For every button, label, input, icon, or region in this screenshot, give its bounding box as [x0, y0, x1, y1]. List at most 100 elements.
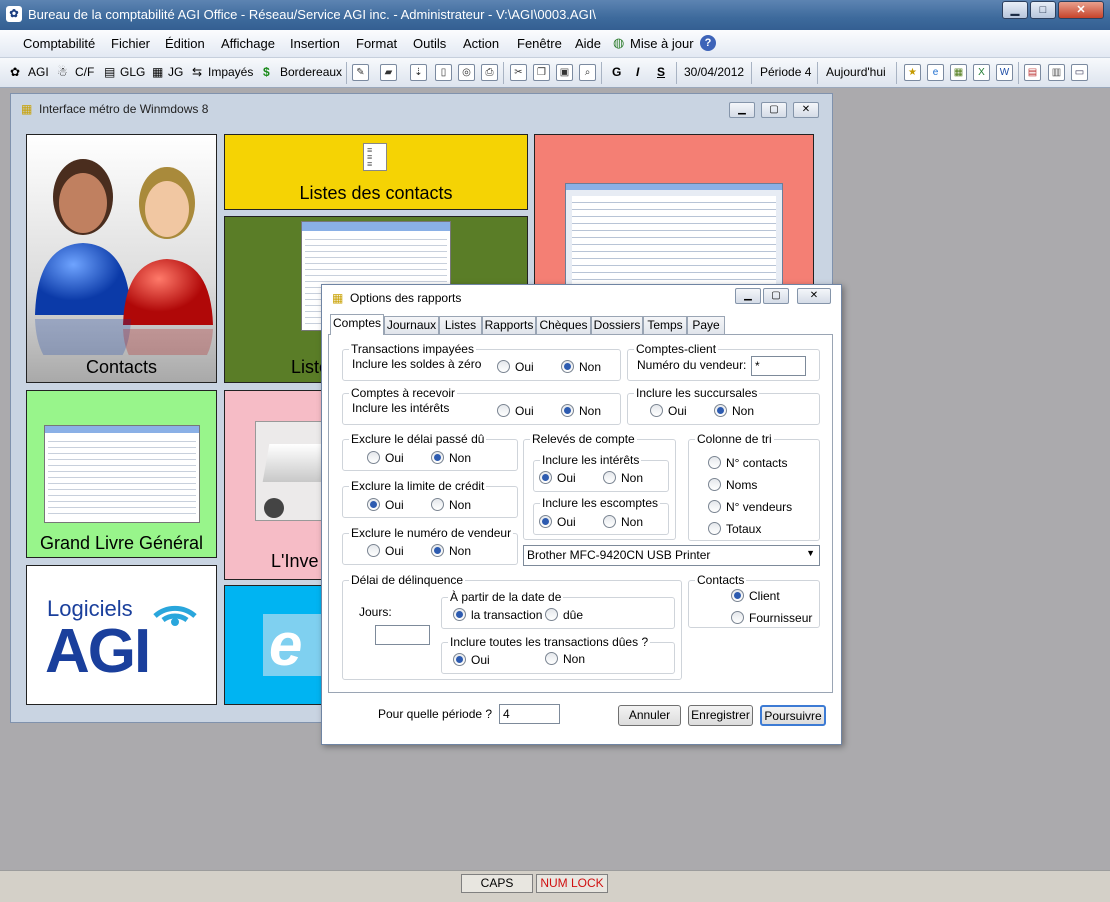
- radio-tri-totaux[interactable]: Totaux: [708, 522, 761, 536]
- new-document-icon[interactable]: ✎: [352, 64, 369, 81]
- radio-escomptes-non[interactable]: Non: [603, 515, 643, 529]
- radio-succursales-non[interactable]: Non: [714, 404, 754, 418]
- menu-aide[interactable]: Aide: [575, 36, 601, 51]
- star-icon[interactable]: ★: [904, 64, 921, 81]
- radio-fournisseur[interactable]: Fournisseur: [731, 611, 812, 625]
- menu-outils[interactable]: Outils: [413, 36, 446, 51]
- radio-interets-oui[interactable]: Oui: [497, 404, 534, 418]
- page-icon[interactable]: ▯: [435, 64, 452, 81]
- cut-icon[interactable]: ✂: [510, 64, 527, 81]
- tab-paye[interactable]: Paye: [687, 316, 725, 335]
- poursuivre-button[interactable]: Poursuivre: [760, 705, 826, 726]
- preview-icon[interactable]: ◎: [458, 64, 475, 81]
- menu-comptabilite[interactable]: Comptabilité: [23, 36, 95, 51]
- menu-affichage[interactable]: Affichage: [221, 36, 275, 51]
- bordereaux-button[interactable]: Bordereaux: [280, 65, 342, 79]
- annuler-button[interactable]: Annuler: [618, 705, 681, 726]
- ie-icon[interactable]: e: [927, 64, 944, 81]
- word-icon[interactable]: W: [996, 64, 1013, 81]
- chart-icon[interactable]: ▥: [1048, 64, 1065, 81]
- radio-tri-contacts[interactable]: N° contacts: [708, 456, 788, 470]
- tile-internet[interactable]: e: [224, 585, 334, 705]
- paste-icon[interactable]: ▣: [556, 64, 573, 81]
- bold-button[interactable]: G: [612, 65, 621, 79]
- radio-escomptes-oui[interactable]: Oui: [539, 515, 576, 529]
- window-layout-icon[interactable]: ▭: [1071, 64, 1088, 81]
- open-folder-icon[interactable]: ▰: [380, 64, 397, 81]
- tile-logiciels-agi[interactable]: Logiciels AGI: [26, 565, 217, 705]
- metro-minimize-button[interactable]: ▁: [729, 102, 755, 118]
- maximize-button[interactable]: □: [1030, 1, 1056, 19]
- find-icon[interactable]: ⌕: [579, 64, 596, 81]
- periode-button[interactable]: Période 4: [760, 65, 811, 79]
- minimize-button[interactable]: ▁: [1002, 1, 1028, 19]
- radio-soldes-non[interactable]: Non: [561, 360, 601, 374]
- tile-listes-contacts[interactable]: ≡ ≡ ≡ Listes des contacts: [224, 134, 528, 210]
- radio-date-transaction[interactable]: la transaction: [453, 608, 542, 622]
- tile-grand-livre[interactable]: Grand Livre Général: [26, 390, 217, 558]
- radio-tri-vendeurs[interactable]: N° vendeurs: [708, 500, 792, 514]
- dialog-minimize-button[interactable]: ▁: [735, 288, 761, 304]
- menu-action[interactable]: Action: [463, 36, 499, 51]
- enregistrer-button[interactable]: Enregistrer: [688, 705, 753, 726]
- group-releves-escomptes: Inclure les escomptes Oui Non: [533, 496, 669, 535]
- glg-button[interactable]: GLG: [120, 65, 145, 79]
- radio-limite-non[interactable]: Non: [431, 498, 471, 512]
- impayes-button[interactable]: Impayés: [208, 65, 253, 79]
- tab-cheques[interactable]: Chèques: [536, 316, 591, 335]
- close-button[interactable]: ✕: [1058, 1, 1104, 19]
- metro-maximize-button[interactable]: ▢: [761, 102, 787, 118]
- download-icon[interactable]: ⇣: [410, 64, 427, 81]
- radio-succursales-oui[interactable]: Oui: [650, 404, 687, 418]
- calc-icon[interactable]: ▦: [950, 64, 967, 81]
- print-icon[interactable]: ⎙: [481, 64, 498, 81]
- printer-select[interactable]: Brother MFC-9420CN USB Printer ▼: [523, 545, 820, 566]
- radio-interets-non[interactable]: Non: [561, 404, 601, 418]
- radio-client[interactable]: Client: [731, 589, 780, 603]
- agi-button[interactable]: AGI: [28, 65, 49, 79]
- metro-close-button[interactable]: ✕: [793, 102, 819, 118]
- menu-mise-a-jour[interactable]: Mise à jour: [630, 36, 694, 51]
- radio-tri-noms[interactable]: Noms: [708, 478, 757, 492]
- tab-journaux[interactable]: Journaux: [384, 316, 439, 335]
- radio-limite-oui[interactable]: Oui: [367, 498, 404, 512]
- radio-soldes-oui[interactable]: Oui: [497, 360, 534, 374]
- radio-releves-interets-non[interactable]: Non: [603, 471, 643, 485]
- date-display[interactable]: 30/04/2012: [684, 65, 744, 79]
- help-icon[interactable]: ?: [700, 35, 716, 51]
- app-icon: ✿: [6, 6, 22, 22]
- dialog-maximize-button[interactable]: ▢: [763, 288, 789, 304]
- tab-rapports[interactable]: Rapports: [482, 316, 536, 335]
- underline-button[interactable]: S: [657, 65, 665, 79]
- cf-button[interactable]: C/F: [75, 65, 94, 79]
- tab-dossiers[interactable]: Dossiers: [591, 316, 643, 335]
- periode-input[interactable]: 4: [499, 704, 560, 724]
- excel-icon[interactable]: X: [973, 64, 990, 81]
- radio-vendeur-non[interactable]: Non: [431, 544, 471, 558]
- dialog-close-button[interactable]: ✕: [797, 288, 831, 304]
- menu-fenetre[interactable]: Fenêtre: [517, 36, 562, 51]
- menu-fichier[interactable]: Fichier: [111, 36, 150, 51]
- menu-format[interactable]: Format: [356, 36, 397, 51]
- calendar-icon[interactable]: ▤: [1024, 64, 1041, 81]
- jours-input[interactable]: [375, 625, 430, 645]
- tab-comptes[interactable]: Comptes: [330, 314, 384, 335]
- copy-icon[interactable]: ❐: [533, 64, 550, 81]
- italic-button[interactable]: I: [636, 65, 639, 79]
- tab-temps[interactable]: Temps: [643, 316, 687, 335]
- menu-insertion[interactable]: Insertion: [290, 36, 340, 51]
- aujourdhui-button[interactable]: Aujourd'hui: [826, 65, 886, 79]
- tile-inventaire[interactable]: L'Inve: [224, 390, 334, 580]
- radio-releves-interets-oui[interactable]: Oui: [539, 471, 576, 485]
- numero-vendeur-input[interactable]: *: [751, 356, 806, 376]
- tab-listes[interactable]: Listes: [439, 316, 482, 335]
- menu-edition[interactable]: Édition: [165, 36, 205, 51]
- tile-contacts[interactable]: Contacts: [26, 134, 217, 383]
- jg-button[interactable]: JG: [168, 65, 183, 79]
- radio-vendeur-oui[interactable]: Oui: [367, 544, 404, 558]
- radio-delai-oui[interactable]: Oui: [367, 451, 404, 465]
- radio-date-due[interactable]: dûe: [545, 608, 583, 622]
- radio-delai-non[interactable]: Non: [431, 451, 471, 465]
- radio-dues-non[interactable]: Non: [545, 652, 585, 666]
- radio-dues-oui[interactable]: Oui: [453, 653, 490, 667]
